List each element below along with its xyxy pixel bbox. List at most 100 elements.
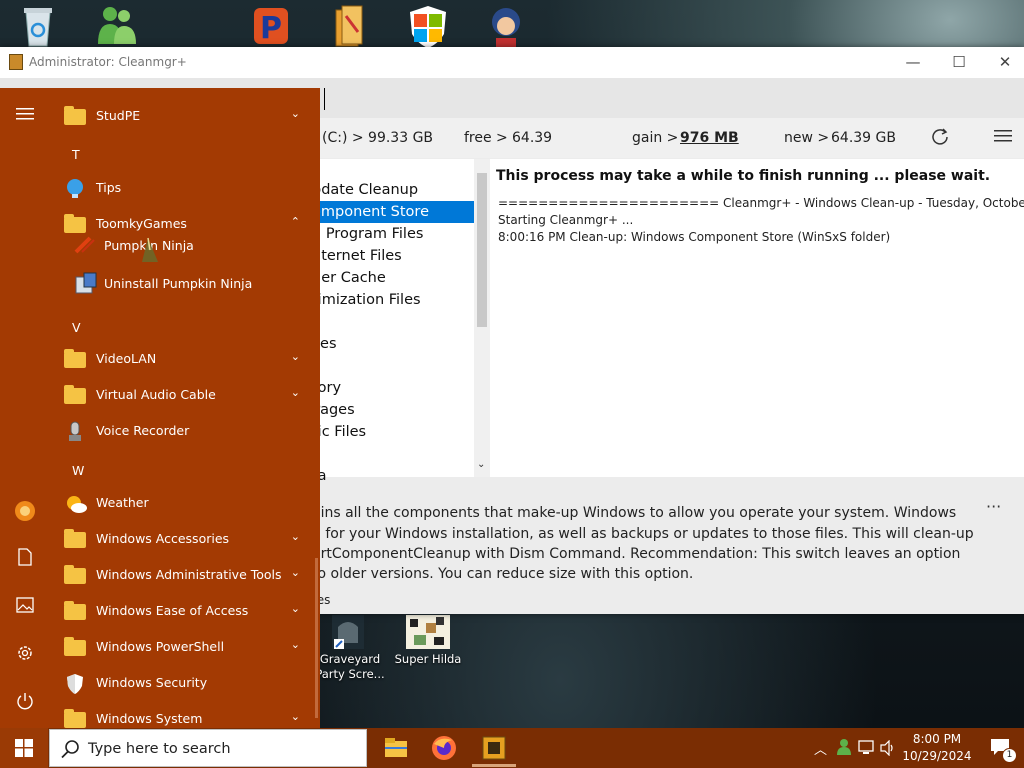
list-item[interactable]: tic Files — [312, 421, 366, 443]
app-icon — [9, 54, 23, 70]
gain-value: 976 MB — [680, 130, 739, 146]
log-pane: This process may take a while to finish … — [490, 159, 1024, 477]
start-item-label: Windows Ease of Access — [96, 603, 249, 618]
network-icon[interactable] — [858, 740, 876, 760]
start-item-tips[interactable]: Tips — [50, 170, 312, 206]
cleanmgr-taskbar-icon[interactable] — [472, 734, 516, 767]
start-item-weather[interactable]: Weather — [50, 485, 312, 521]
start-item-label: Windows System — [96, 711, 203, 726]
search-icon — [61, 740, 79, 759]
list-item[interactable]: nternet Files — [312, 245, 402, 267]
chevron-down-icon: ⌄ — [290, 602, 300, 615]
start-item-windows-security[interactable]: Windows Security — [50, 665, 312, 701]
hamburger-menu-icon[interactable] — [994, 129, 1012, 143]
scrollbar-thumb[interactable] — [477, 173, 487, 327]
log-line: Starting Cleanmgr+ ... — [498, 213, 634, 227]
list-item[interactable]: der Cache — [312, 267, 386, 289]
tips-icon — [64, 178, 88, 198]
start-item-label: Windows Security — [96, 675, 208, 690]
start-menu-scrollbar[interactable] — [315, 558, 318, 718]
description-line: d for your Windows installation, as well… — [312, 526, 974, 542]
graveyard-party-shortcut-icon[interactable] — [326, 613, 370, 651]
start-item-videolan[interactable]: VideoLAN ⌄ — [50, 341, 312, 377]
start-menu: StudPE ⌄ T Tips ToomkyGames ⌃ Pumpkin Ni… — [0, 88, 320, 728]
more-options-button[interactable]: ··· — [986, 497, 1001, 516]
start-item-windows-administrative-tools[interactable]: Windows Administrative Tools ⌄ — [50, 557, 312, 593]
taskbar-search-box[interactable]: Type here to search — [49, 729, 367, 767]
minimize-button[interactable]: — — [890, 47, 936, 78]
gain-label: gain > — [632, 130, 679, 146]
user-avatar-icon[interactable] — [13, 500, 37, 524]
windows-defender-icon[interactable] — [404, 4, 452, 48]
chevron-down-icon: ⌄ — [290, 566, 300, 579]
new-label: new > — [784, 130, 830, 146]
new-value: 64.39 GB — [831, 130, 896, 146]
folder-icon — [64, 565, 86, 584]
start-item-windows-ease-of-access[interactable]: Windows Ease of Access ⌄ — [50, 593, 312, 629]
maximize-button[interactable]: ☐ — [936, 47, 982, 78]
description-line: artComponentCleanup with Dism Command. R… — [312, 546, 961, 562]
start-subitem-label: Uninstall Pumpkin Ninja — [104, 276, 253, 291]
start-item-studpe[interactable]: StudPE ⌄ — [50, 98, 312, 134]
start-subitem-pumpkin-ninja[interactable]: Pumpkin Ninja — [50, 228, 312, 262]
installer-icon[interactable] — [328, 4, 376, 48]
start-item-windows-powershell[interactable]: Windows PowerShell ⌄ — [50, 629, 312, 665]
user-tray-icon[interactable] — [836, 738, 852, 760]
notification-icon[interactable]: 1 — [990, 738, 1017, 763]
system-tray: ︿ 8:00 PM 10/29/2024 1 — [810, 728, 1024, 768]
chevron-up-icon: ⌃ — [290, 215, 300, 228]
clock[interactable]: 8:00 PM 10/29/2024 — [899, 731, 975, 765]
list-item[interactable]: pdate Cleanup — [312, 179, 418, 201]
chevron-up-icon[interactable]: ︿ — [814, 739, 827, 758]
start-item-label: Windows Accessories — [96, 531, 230, 546]
folder-icon — [64, 601, 86, 620]
super-hilda-shortcut-label[interactable]: Super Hilda — [391, 652, 465, 667]
section-letter[interactable]: V — [72, 320, 81, 335]
folder-icon — [64, 349, 86, 368]
chevron-down-icon: ⌄ — [290, 350, 300, 363]
power-icon[interactable] — [13, 692, 37, 716]
window-titlebar[interactable]: Administrator: Cleanmgr+ — ☐ ✕ — [0, 47, 1024, 78]
folder-icon — [64, 637, 86, 656]
start-subitem-uninstall-pumpkin-ninja[interactable]: Uninstall Pumpkin Ninja — [50, 266, 312, 302]
list-item-selected[interactable]: omponent Store — [312, 201, 474, 223]
chevron-down-icon: ⌄ — [290, 638, 300, 651]
start-menu-rail — [0, 88, 50, 728]
folder-icon — [64, 106, 86, 125]
file-explorer-icon[interactable] — [382, 734, 410, 762]
clock-time: 8:00 PM — [912, 732, 962, 746]
refresh-icon[interactable] — [930, 127, 950, 147]
uninstall-icon — [74, 271, 98, 294]
start-item-virtual-audio-cable[interactable]: Virtual Audio Cable ⌄ — [50, 377, 312, 413]
shortcut-label-line2: Party Scre... — [315, 667, 385, 681]
start-item-windows-accessories[interactable]: Windows Accessories ⌄ — [50, 521, 312, 557]
settings-gear-icon[interactable] — [13, 644, 37, 668]
start-button[interactable] — [0, 728, 48, 768]
list-scrollbar[interactable]: ⌄ — [474, 159, 490, 477]
firefox-icon[interactable] — [430, 734, 458, 762]
start-item-voice-recorder[interactable]: Voice Recorder — [50, 413, 312, 449]
graveyard-party-shortcut-label[interactable]: Graveyard Party Scre... — [313, 652, 387, 682]
list-item[interactable]: d Program Files — [312, 223, 423, 245]
section-letter[interactable]: W — [72, 463, 84, 478]
text-cursor — [324, 88, 325, 110]
hamburger-icon[interactable] — [13, 104, 37, 128]
game-character-icon[interactable] — [482, 4, 530, 48]
shield-icon — [64, 673, 88, 694]
start-item-windows-system[interactable]: Windows System ⌄ — [50, 701, 312, 728]
section-letter[interactable]: T — [72, 147, 80, 162]
list-item[interactable]: timization Files — [312, 289, 421, 311]
pictures-icon[interactable] — [13, 596, 37, 620]
messenger-icon[interactable] — [92, 4, 140, 48]
pumpkin-app-icon[interactable]: P — [248, 4, 296, 48]
folder-icon — [64, 385, 86, 404]
documents-icon[interactable] — [13, 548, 37, 572]
recycle-bin-icon[interactable] — [16, 4, 64, 48]
scroll-down-arrow-icon[interactable]: ⌄ — [477, 459, 485, 470]
volume-icon[interactable] — [880, 739, 896, 760]
super-hilda-shortcut-icon[interactable] — [404, 613, 452, 651]
search-placeholder: Type here to search — [88, 741, 231, 757]
chevron-down-icon: ⌄ — [290, 107, 300, 120]
free-value: 64.39 — [512, 130, 553, 146]
close-button[interactable]: ✕ — [982, 47, 1024, 78]
